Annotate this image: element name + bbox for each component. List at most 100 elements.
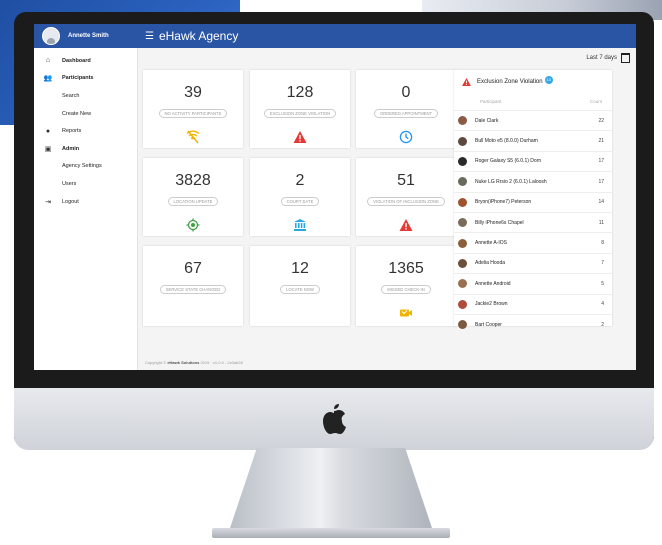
sidebar-item[interactable]: ● Reports [34, 122, 137, 140]
stat-card[interactable]: 39 NO ACTIVITY PARTICIPANTS [143, 70, 243, 148]
participant-avatar [458, 299, 467, 309]
panel-title-row: Exclusion Zone Violation 13 [462, 75, 612, 86]
avatar[interactable] [42, 27, 60, 45]
sidebar-item[interactable]: Agency Settings [34, 158, 137, 176]
sidebar-item[interactable]: ⇥ Logout [34, 193, 137, 211]
clock-icon [356, 130, 456, 144]
screen: Annette Smith ⌂ Dashboard 👥 Participants Sea… [34, 24, 636, 370]
sidebar-item-label: Participants [62, 75, 94, 82]
stat-label: VIOLATION OF INCLUSION ZONE [367, 197, 445, 206]
table-row[interactable]: Dale Clark 22 [454, 110, 612, 130]
stat-value: 67 [184, 260, 202, 277]
sidebar-item[interactable]: ▣ Admin [34, 140, 137, 158]
sidebar-item[interactable]: Search [34, 87, 137, 105]
sidebar: Annette Smith ⌂ Dashboard 👥 Participants Sea… [34, 24, 138, 370]
participant-name: Dale Clark [475, 117, 499, 124]
stat-value: 0 [401, 84, 411, 101]
admin-icon: ▣ [44, 145, 52, 153]
sidebar-item-label: Reports [62, 128, 82, 135]
stat-icon-empty [250, 306, 350, 320]
violation-count: 17 [598, 158, 604, 165]
participant-name: Annette Android [475, 280, 511, 287]
table-row[interactable]: Nuke LG Rrsio 2 (6.0.1) Laloosh 17 [454, 171, 612, 191]
footer-version: 2019 · v1.0.0 - 2c0ab28 [200, 360, 243, 365]
apple-logo-icon [323, 404, 346, 434]
no-signal-icon [143, 130, 243, 144]
sidebar-item[interactable]: ⌂ Dashboard [34, 52, 137, 70]
participant-name: Nuke LG Rrsio 2 (6.0.1) Laloosh [475, 178, 547, 185]
sidebar-item[interactable]: Create New [34, 105, 137, 123]
violation-count: 11 [598, 219, 604, 226]
stat-card[interactable]: 51 VIOLATION OF INCLUSION ZONE [356, 158, 456, 236]
stat-card[interactable]: 12 LOCATE NOW [250, 246, 350, 326]
participant-name: Bryon(iPhone7) Peterson [475, 199, 532, 206]
table-row[interactable]: Bryon(iPhone7) Peterson 14 [454, 191, 612, 212]
col-count: Count [589, 99, 602, 104]
profile-bar[interactable]: Annette Smith [34, 24, 137, 48]
sidebar-item-label: Dashboard [62, 57, 91, 64]
participant-avatar [458, 116, 467, 126]
participant-avatar [458, 156, 467, 166]
sidebar-item[interactable]: 👥 Participants [34, 70, 137, 88]
panel-table-body: Dale Clark 22 Bull Moto e5 (8.0.0) Durham 2… [454, 110, 612, 334]
home-icon: ⌂ [45, 57, 51, 65]
app-title: eHawk Agency [158, 29, 239, 43]
participant-name: Billy iPhone6s Chapel [475, 219, 524, 226]
location-target-icon [143, 218, 243, 232]
participant-avatar [458, 218, 467, 228]
stat-card[interactable]: 67 SERVICE STATE CHANGED [143, 246, 243, 326]
profile-name: Annette Smith [68, 33, 109, 39]
menu-icon[interactable]: ☰ [145, 31, 154, 42]
logout-icon: ⇥ [45, 198, 51, 206]
footer-company[interactable]: eHawk Solutions [167, 360, 199, 365]
monitor-stand [228, 448, 434, 534]
participant-avatar [458, 279, 467, 289]
participant-avatar [458, 197, 467, 207]
stat-card[interactable]: 1365 MISSED CHECK-IN [356, 246, 456, 326]
table-row[interactable]: Annette A-IOS 8 [454, 232, 612, 252]
table-row[interactable]: Bart Cooper 2 [454, 313, 612, 334]
stat-card[interactable]: 3828 LOCATION UPDATE [143, 158, 243, 236]
stat-value: 128 [286, 84, 314, 101]
participant-name: Jackie2 Brown [475, 301, 508, 308]
table-row[interactable]: Bull Moto e5 (8.0.0) Durham 21 [454, 130, 612, 150]
stat-label: LOCATION UPDATE [167, 197, 219, 206]
participant-avatar [458, 177, 467, 187]
panel-table-header: Participant Count [480, 99, 602, 104]
participant-name: Adelia Hooda [475, 260, 506, 267]
stat-value: 3828 [175, 172, 211, 189]
panel-count-badge: 13 [544, 75, 553, 84]
sidebar-item[interactable]: Users [34, 175, 137, 193]
table-row[interactable]: Adelia Hooda 7 [454, 252, 612, 273]
stat-value: 51 [397, 172, 415, 189]
stat-value: 39 [184, 84, 202, 101]
table-row[interactable]: Jackie2 Brown 4 [454, 293, 612, 314]
info-icon: ● [45, 127, 51, 135]
violation-count: 17 [598, 178, 604, 185]
violation-count: 8 [601, 240, 604, 247]
calendar-icon[interactable] [621, 53, 630, 63]
sidebar-item-label: Users [62, 180, 77, 187]
violation-count: 7 [601, 260, 604, 267]
violation-count: 21 [598, 138, 604, 145]
sidebar-item-label: Create New [62, 110, 92, 117]
sidebar-item-label: Search [62, 92, 80, 99]
violation-count: 2 [601, 321, 604, 328]
stat-label: LOCATE NOW [280, 285, 320, 294]
stat-card[interactable]: 128 EXCLUSION ZONE VIOLATION [250, 70, 350, 148]
table-row[interactable]: Billy iPhone6s Chapel 11 [454, 211, 612, 232]
top-header: ☰ eHawk Agency [137, 24, 636, 48]
participant-name: Annette A-IOS [475, 240, 507, 247]
table-row[interactable]: Annette Android 5 [454, 273, 612, 293]
col-participant: Participant [480, 99, 502, 104]
sidebar-item-label: Agency Settings [62, 163, 102, 170]
date-range-picker[interactable]: Last 7 days [586, 53, 630, 63]
table-row[interactable]: Roger Galaxy S5 (6.0.1) Dorn 17 [454, 150, 612, 171]
participant-avatar [458, 258, 467, 268]
stat-card[interactable]: 2 COURT DATE [250, 158, 350, 236]
stat-value: 1365 [388, 260, 424, 277]
participant-avatar [458, 320, 467, 330]
stat-card[interactable]: 0 ORDERED APPOINTMENT [356, 70, 456, 148]
stat-label: EXCLUSION ZONE VIOLATION [263, 109, 337, 118]
date-range-label: Last 7 days [586, 55, 617, 61]
